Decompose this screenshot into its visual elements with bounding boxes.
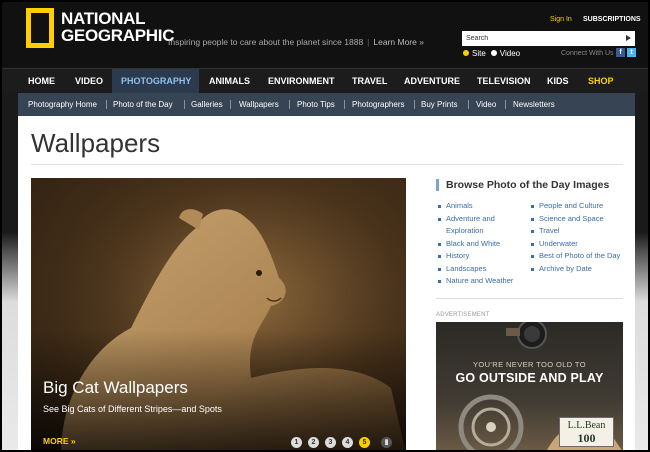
nav-adventure[interactable]: ADVENTURE [402, 69, 462, 93]
subnav-buy-prints[interactable]: Buy Prints [421, 93, 457, 116]
browse-title: Browse Photo of the Day Images [446, 179, 610, 191]
connect-label: Connect With Us [561, 50, 614, 57]
radio-site-icon[interactable] [463, 50, 469, 56]
subnav-divider [468, 100, 469, 109]
slide-page-1[interactable]: 1 [291, 437, 302, 448]
nav-environment[interactable]: ENVIRONMENT [266, 69, 337, 93]
logo-line-1: NATIONAL [61, 9, 146, 28]
ad-brand-anniversary: 100 [577, 431, 596, 445]
main-content: Wallpapers Big Cat Wallpapers See Big Ca… [18, 116, 635, 450]
subnav-divider [344, 100, 345, 109]
nav-photography[interactable]: PHOTOGRAPHY [112, 69, 199, 93]
learn-more-link[interactable]: Learn More » [373, 37, 424, 47]
logo-line-2: GEOGRAPHIC [61, 26, 175, 45]
browse-link-black-white[interactable]: Black and White [436, 238, 528, 251]
hero-more-link[interactable]: MORE » [43, 436, 76, 446]
sign-in-link[interactable]: Sign In [550, 16, 572, 23]
search-submit-icon[interactable] [626, 35, 631, 41]
subnav-newsletters[interactable]: Newsletters [513, 93, 555, 116]
subnav-divider [230, 100, 231, 109]
site-header: NATIONAL GEOGRAPHIC Inspiring people to … [2, 2, 648, 68]
browse-accent-bar [436, 179, 439, 191]
browse-link-travel[interactable]: Travel [529, 225, 624, 238]
browse-link-people-culture[interactable]: People and Culture [529, 200, 624, 213]
tagline-text: Inspiring people to care about the plane… [168, 37, 364, 47]
browse-list-left: Animals Adventure and Exploration Black … [436, 200, 528, 288]
browse-link-science-space[interactable]: Science and Space [529, 213, 624, 226]
sub-nav: Photography Home Photo of the Day Galler… [18, 93, 635, 116]
subnav-divider [289, 100, 290, 109]
subnav-divider [414, 100, 415, 109]
site-logo[interactable]: NATIONAL GEOGRAPHIC [61, 10, 174, 44]
subnav-photo-of-the-day[interactable]: Photo of the Day [113, 93, 173, 116]
nav-television[interactable]: TELEVISION [475, 69, 533, 93]
nav-home[interactable]: HOME [26, 69, 57, 93]
browser-frame: NATIONAL GEOGRAPHIC Inspiring people to … [0, 0, 650, 452]
facebook-icon[interactable]: f [616, 48, 625, 57]
main-nav: HOME VIDEO PHOTOGRAPHY ANIMALS ENVIRONME… [2, 68, 648, 93]
subnav-galleries[interactable]: Galleries [191, 93, 223, 116]
subscriptions-link[interactable]: SUBSCRIPTIONS [583, 16, 641, 23]
radio-video-label[interactable]: Video [500, 49, 520, 58]
radio-site-label[interactable]: Site [472, 49, 486, 58]
advertisement-label: ADVERTISEMENT [436, 312, 490, 318]
subnav-photographers[interactable]: Photographers [352, 93, 404, 116]
slide-page-3[interactable]: 3 [325, 437, 336, 448]
nav-kids[interactable]: KIDS [545, 69, 571, 93]
right-column-divider [436, 298, 623, 299]
slide-page-5[interactable]: 5 [359, 437, 370, 448]
nav-shop[interactable]: SHOP [586, 69, 616, 93]
browse-link-archive[interactable]: Archive by Date [529, 263, 624, 276]
llbean-ad[interactable]: YOU'RE NEVER TOO OLD TO GO OUTSIDE AND P… [436, 322, 623, 450]
page-title: Wallpapers [31, 128, 161, 158]
subnav-divider [184, 100, 185, 109]
browse-link-nature-weather[interactable]: Nature and Weather [436, 275, 528, 288]
natgeo-logo-icon[interactable] [26, 8, 54, 48]
ad-headline-big: GO OUTSIDE AND PLAY [455, 371, 604, 385]
subnav-wallpapers[interactable]: Wallpapers [239, 93, 279, 116]
tagline-divider: | [367, 37, 370, 47]
slide-page-2[interactable]: 2 [308, 437, 319, 448]
subnav-divider [106, 100, 107, 109]
browse-link-history[interactable]: History [436, 250, 528, 263]
nav-video[interactable]: VIDEO [73, 69, 105, 93]
hero-slideshow[interactable]: Big Cat Wallpapers See Big Cats of Diffe… [31, 178, 406, 450]
radio-video-icon[interactable] [490, 50, 497, 56]
title-divider [31, 164, 623, 165]
llbean-logo: L.L.Bean 100 [559, 417, 614, 447]
hero-title[interactable]: Big Cat Wallpapers [43, 378, 188, 398]
hero-subtitle: See Big Cats of Different Stripes—and Sp… [43, 404, 222, 414]
subnav-video[interactable]: Video [476, 93, 496, 116]
browse-link-landscapes[interactable]: Landscapes [436, 263, 528, 276]
subnav-photo-tips[interactable]: Photo Tips [297, 93, 335, 116]
browse-link-animals[interactable]: Animals [436, 200, 528, 213]
subnav-divider [505, 100, 506, 109]
browse-list-right: People and Culture Science and Space Tra… [529, 200, 624, 275]
search-scope: Site Video [463, 49, 520, 58]
nav-animals[interactable]: ANIMALS [207, 69, 252, 93]
search-input[interactable] [462, 31, 635, 46]
subnav-photography-home[interactable]: Photography Home [28, 93, 97, 116]
browse-link-underwater[interactable]: Underwater [529, 238, 624, 251]
browse-link-adventure[interactable]: Adventure and Exploration [436, 213, 528, 238]
slide-page-4[interactable]: 4 [342, 437, 353, 448]
twitter-icon[interactable]: t [627, 48, 636, 57]
tagline: Inspiring people to care about the plane… [168, 37, 424, 47]
slide-next-icon[interactable]: ▮ [381, 437, 392, 448]
ad-headline-small: YOU'RE NEVER TOO OLD TO [472, 360, 587, 369]
browse-link-best-of[interactable]: Best of Photo of the Day [529, 250, 624, 263]
nav-travel[interactable]: TRAVEL [350, 69, 389, 93]
